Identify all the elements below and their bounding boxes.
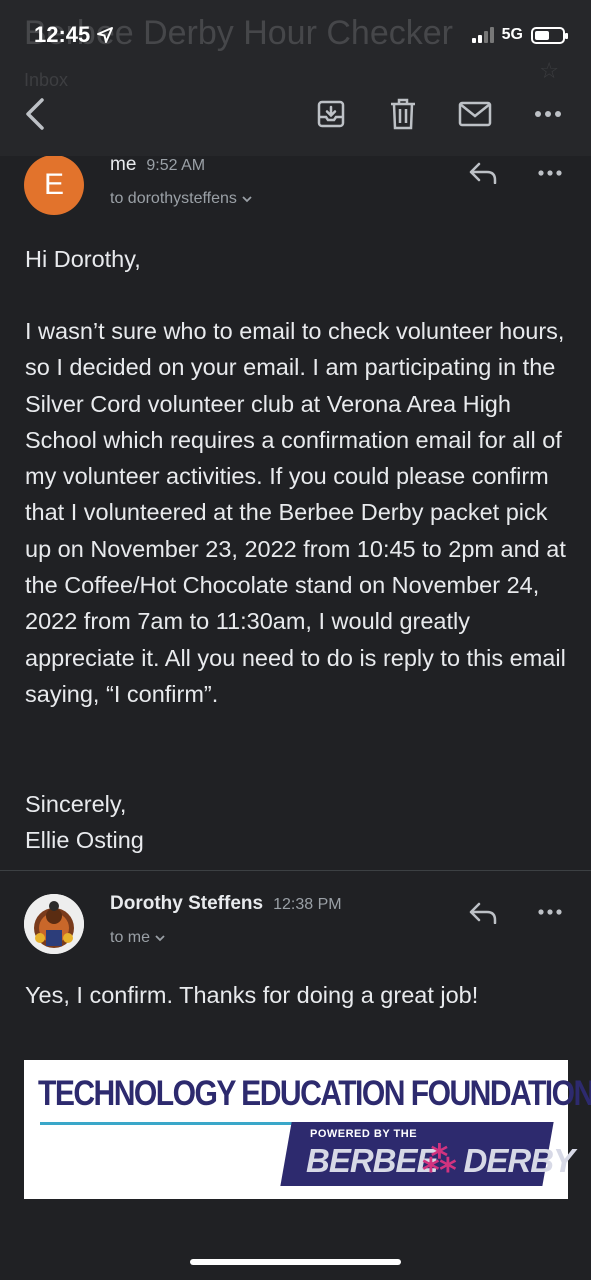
archive-icon — [317, 100, 345, 128]
label-ghost: Inbox — [24, 70, 69, 90]
delete-button[interactable] — [385, 96, 421, 132]
chevron-left-icon — [26, 98, 44, 130]
signal-icon — [471, 27, 494, 43]
sender-name: me — [110, 154, 137, 175]
status-time: 12:45 — [34, 22, 114, 48]
location-arrow-icon — [97, 27, 114, 43]
sender-line: me 9:52 AM — [110, 154, 205, 176]
message-greeting: Hi Dorothy, — [25, 246, 141, 272]
mark-unread-button[interactable] — [457, 96, 493, 132]
message-time: 12:38 PM — [273, 896, 342, 913]
top-app-bar: Berbee Derby Hour Checker Inbox ☆ 12:45 … — [0, 0, 591, 156]
message-divider — [0, 870, 591, 871]
recipients-label: to dorothysteffens — [110, 190, 237, 207]
message-body: Yes, I confirm. Thanks for doing a great… — [25, 982, 479, 1008]
back-button[interactable] — [20, 96, 50, 132]
runner-icon: ⁂ — [422, 1141, 457, 1179]
recipients-label: to me — [110, 929, 151, 946]
recipients-toggle[interactable]: to me — [110, 929, 166, 947]
archive-button[interactable] — [313, 96, 349, 132]
message-more-button[interactable] — [535, 897, 565, 927]
more-horizontal-icon — [538, 909, 562, 915]
message-closing: Sincerely, — [25, 791, 127, 817]
turkey-avatar-icon — [24, 894, 84, 954]
status-indicators: 5G — [471, 26, 568, 44]
recipients-toggle[interactable]: to dorothysteffens — [110, 190, 253, 208]
banner-powered-label: POWERED BY THE — [310, 1128, 418, 1140]
reply-icon — [469, 162, 497, 184]
chevron-down-icon — [155, 935, 166, 942]
more-horizontal-icon — [535, 111, 561, 117]
reply-button[interactable] — [465, 158, 501, 188]
banner-title: TECHNOLOGY EDUCATION FOUNDATION — [38, 1074, 591, 1113]
trash-icon — [391, 98, 415, 130]
star-icon: ☆ — [539, 58, 559, 83]
battery-icon — [531, 26, 568, 44]
signature-banner-image: TECHNOLOGY EDUCATION FOUNDATION POWERED … — [24, 1060, 591, 1199]
chevron-down-icon — [242, 196, 252, 203]
reply-button[interactable] — [465, 898, 501, 928]
home-indicator[interactable] — [190, 1259, 401, 1265]
more-options-button[interactable] — [530, 96, 566, 132]
sender-line: Dorothy Steffens 12:38 PM — [110, 893, 342, 915]
message-signature: Ellie Osting — [25, 827, 144, 853]
network-label: 5G — [501, 26, 523, 43]
message-body: I wasn’t sure who to email to check volu… — [25, 318, 566, 707]
avatar[interactable]: E — [24, 155, 84, 215]
mail-icon — [458, 101, 492, 127]
message-more-button[interactable] — [535, 158, 565, 188]
more-horizontal-icon — [538, 170, 562, 176]
reply-icon — [469, 902, 497, 924]
avatar[interactable] — [24, 894, 84, 954]
message-time: 9:52 AM — [146, 157, 206, 174]
sender-name: Dorothy Steffens — [110, 893, 264, 914]
